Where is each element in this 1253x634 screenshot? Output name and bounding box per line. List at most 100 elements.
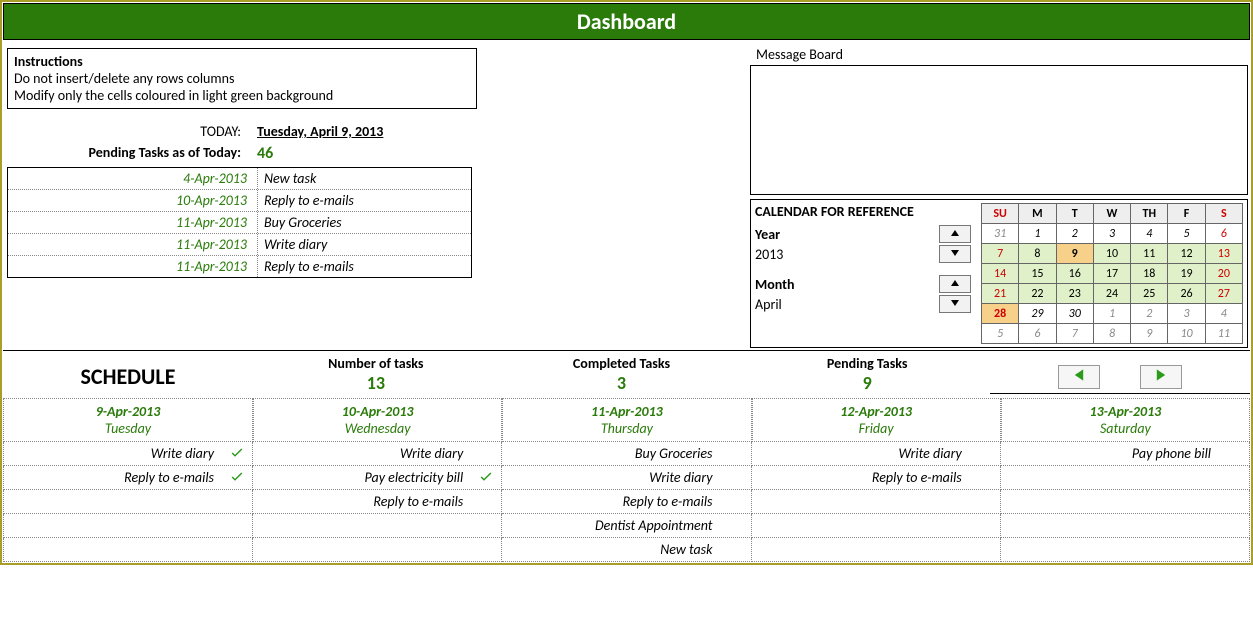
stat-pending-label: Pending Tasks [744, 355, 990, 372]
cal-day[interactable]: 15 [1019, 264, 1056, 284]
schedule-task-cell[interactable]: Write diary [253, 442, 502, 466]
cal-day[interactable]: 4 [1205, 304, 1242, 324]
schedule-task-cell[interactable]: Write diary [752, 442, 1001, 466]
schedule-task-name [752, 524, 970, 528]
schedule-task-name: Write diary [4, 443, 222, 464]
cal-day[interactable]: 5 [982, 324, 1019, 344]
cal-day[interactable]: 23 [1056, 284, 1093, 304]
cal-day[interactable]: 20 [1205, 264, 1242, 284]
schedule-task-name: Write diary [253, 443, 471, 464]
schedule-task-name [1001, 500, 1219, 504]
cal-day[interactable]: 30 [1056, 304, 1093, 324]
cal-day[interactable]: 14 [982, 264, 1019, 284]
cal-day[interactable]: 11 [1205, 324, 1242, 344]
cal-day[interactable]: 16 [1056, 264, 1093, 284]
schedule-task-name: Write diary [502, 467, 720, 488]
schedule-task-name [4, 548, 222, 552]
cal-day[interactable]: 19 [1168, 264, 1205, 284]
cal-day[interactable]: 9 [1131, 324, 1168, 344]
schedule-day-date: 13-Apr-2013 [1002, 403, 1249, 420]
cal-day[interactable]: 9 [1056, 244, 1093, 264]
task-done-checkbox[interactable] [222, 444, 252, 464]
cal-day[interactable]: 22 [1019, 284, 1056, 304]
cal-day[interactable]: 29 [1019, 304, 1056, 324]
cal-day[interactable]: 18 [1131, 264, 1168, 284]
next-week-button[interactable] [1140, 365, 1182, 389]
schedule-day-name: Saturday [1002, 420, 1249, 437]
schedule-day-date: 11-Apr-2013 [503, 403, 750, 420]
cal-day[interactable]: 10 [1093, 244, 1130, 264]
cal-day[interactable]: 24 [1093, 284, 1130, 304]
cal-day[interactable]: 7 [982, 244, 1019, 264]
cal-day[interactable]: 6 [1019, 324, 1056, 344]
task-done-checkbox[interactable] [471, 468, 501, 488]
schedule-task-cell[interactable]: Write diary [3, 442, 253, 466]
cal-day[interactable]: 6 [1205, 224, 1242, 244]
cal-day[interactable]: 3 [1168, 304, 1205, 324]
cal-day[interactable]: 2 [1131, 304, 1168, 324]
stat-tasks-value: 13 [253, 372, 499, 394]
schedule-task-cell[interactable]: Reply to e-mails [3, 466, 253, 490]
task-done-checkbox[interactable] [222, 468, 252, 488]
instructions-line1: Do not insert/delete any rows columns [14, 70, 470, 87]
pending-task-row: 4-Apr-2013New task [8, 168, 471, 190]
cal-day[interactable]: 1 [1019, 224, 1056, 244]
schedule-task-cell[interactable]: Buy Groceries [502, 442, 751, 466]
year-up-button[interactable] [939, 225, 971, 243]
cal-day[interactable]: 21 [982, 284, 1019, 304]
cal-day[interactable]: 27 [1205, 284, 1242, 304]
year-down-button[interactable] [939, 245, 971, 263]
cal-day[interactable]: 2 [1056, 224, 1093, 244]
pending-task-list: 4-Apr-2013New task10-Apr-2013Reply to e-… [7, 167, 472, 278]
schedule-task-cell[interactable] [253, 514, 502, 538]
schedule-task-cell[interactable]: Reply to e-mails [752, 466, 1001, 490]
cal-day[interactable]: 28 [982, 304, 1019, 324]
cal-day[interactable]: 26 [1168, 284, 1205, 304]
schedule-task-cell[interactable]: Write diary [502, 466, 751, 490]
schedule-task-cell[interactable]: Reply to e-mails [502, 490, 751, 514]
schedule-task-name [1001, 548, 1219, 552]
cal-day[interactable]: 10 [1168, 324, 1205, 344]
cal-day[interactable]: 31 [982, 224, 1019, 244]
schedule-task-cell[interactable] [3, 490, 253, 514]
schedule-day-date: 10-Apr-2013 [254, 403, 501, 420]
cal-day[interactable]: 7 [1056, 324, 1093, 344]
schedule-title: SCHEDULE [3, 355, 253, 394]
cal-day[interactable]: 17 [1093, 264, 1130, 284]
schedule-task-cell[interactable] [3, 514, 253, 538]
message-board[interactable] [750, 65, 1248, 195]
schedule-task-cell[interactable] [752, 514, 1001, 538]
month-down-button[interactable] [939, 295, 971, 313]
schedule-task-cell[interactable]: Reply to e-mails [253, 490, 502, 514]
month-value[interactable]: April [755, 296, 939, 313]
month-up-button[interactable] [939, 275, 971, 293]
cal-day[interactable]: 1 [1093, 304, 1130, 324]
cal-day[interactable]: 25 [1131, 284, 1168, 304]
cal-day[interactable]: 13 [1205, 244, 1242, 264]
schedule-task-cell[interactable]: Pay phone bill [1001, 442, 1250, 466]
schedule-task-cell[interactable] [1001, 538, 1250, 562]
cal-day[interactable]: 3 [1093, 224, 1130, 244]
schedule-task-cell[interactable] [752, 490, 1001, 514]
year-value[interactable]: 2013 [755, 246, 939, 263]
cal-day[interactable]: 4 [1131, 224, 1168, 244]
pending-task-row: 10-Apr-2013Reply to e-mails [8, 190, 471, 212]
cal-day[interactable]: 12 [1168, 244, 1205, 264]
schedule-task-cell[interactable] [1001, 490, 1250, 514]
pending-task-row: 11-Apr-2013Buy Groceries [8, 212, 471, 234]
schedule-task-cell[interactable] [752, 538, 1001, 562]
cal-day[interactable]: 5 [1168, 224, 1205, 244]
cal-day[interactable]: 8 [1019, 244, 1056, 264]
schedule-task-cell[interactable] [1001, 466, 1250, 490]
schedule-task-cell[interactable] [253, 538, 502, 562]
schedule-task-cell[interactable]: Pay electricity bill [253, 466, 502, 490]
cal-day[interactable]: 8 [1093, 324, 1130, 344]
cal-day[interactable]: 11 [1131, 244, 1168, 264]
schedule-task-cell[interactable] [1001, 514, 1250, 538]
prev-week-button[interactable] [1058, 365, 1100, 389]
schedule-day-name: Wednesday [254, 420, 501, 437]
schedule-task-cell[interactable]: New task [502, 538, 751, 562]
schedule-task-cell[interactable]: Dentist Appointment [502, 514, 751, 538]
schedule-task-cell[interactable] [3, 538, 253, 562]
cal-header: F [1168, 204, 1205, 224]
